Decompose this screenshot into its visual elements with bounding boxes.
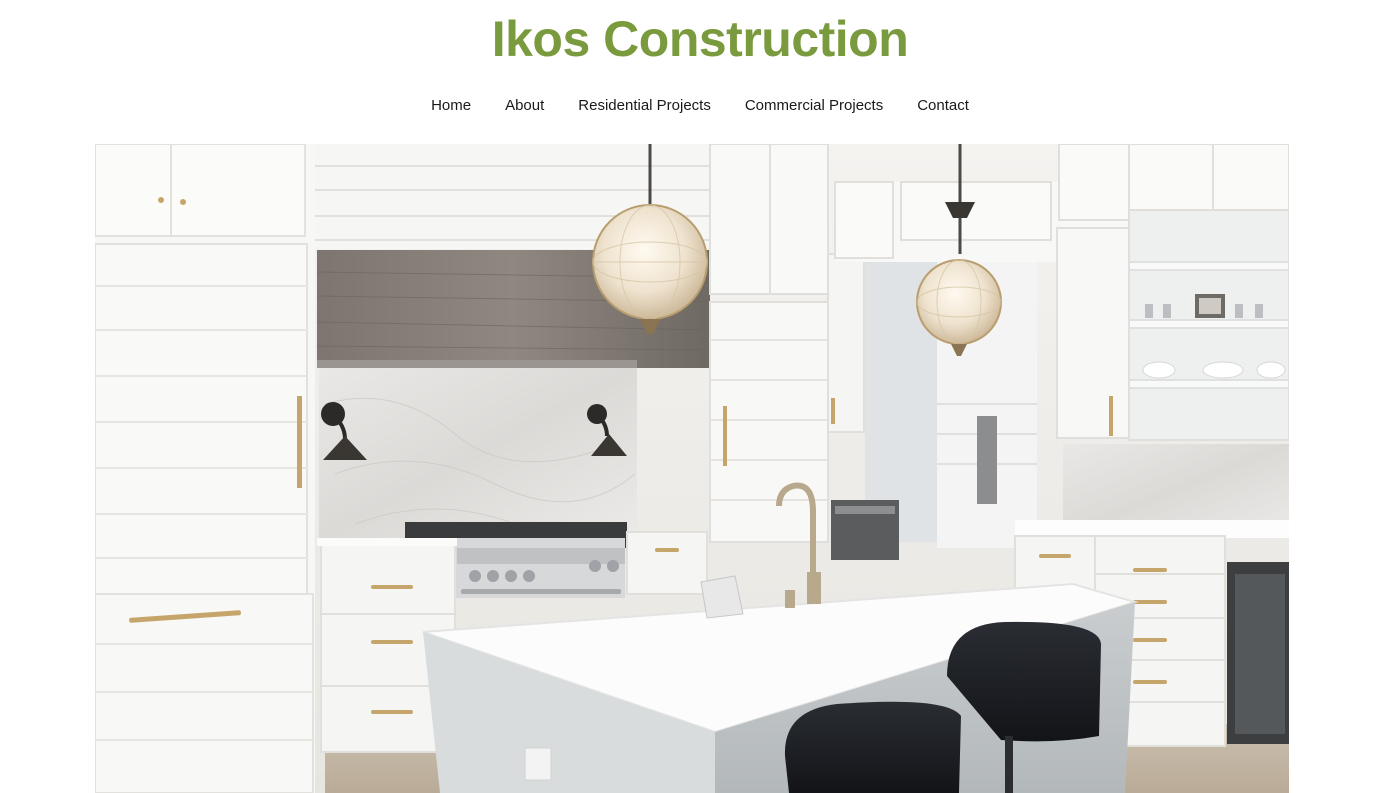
nav-item-residential-projects[interactable]: Residential Projects xyxy=(561,95,728,117)
hero-image xyxy=(95,144,1289,793)
site-title[interactable]: Ikos Construction xyxy=(0,9,1400,69)
nav-item-commercial-projects[interactable]: Commercial Projects xyxy=(728,95,900,117)
nav-item-home[interactable]: Home xyxy=(414,95,488,117)
main-navigation: Home About Residential Projects Commerci… xyxy=(0,95,1400,117)
bar-stool-left xyxy=(784,701,961,793)
kitchen-illustration xyxy=(95,144,1289,793)
pendant-light-small xyxy=(916,259,1002,345)
site-header: Ikos Construction Home About Residential… xyxy=(0,0,1400,144)
nav-item-about[interactable]: About xyxy=(488,95,561,117)
nav-item-contact[interactable]: Contact xyxy=(900,95,986,117)
